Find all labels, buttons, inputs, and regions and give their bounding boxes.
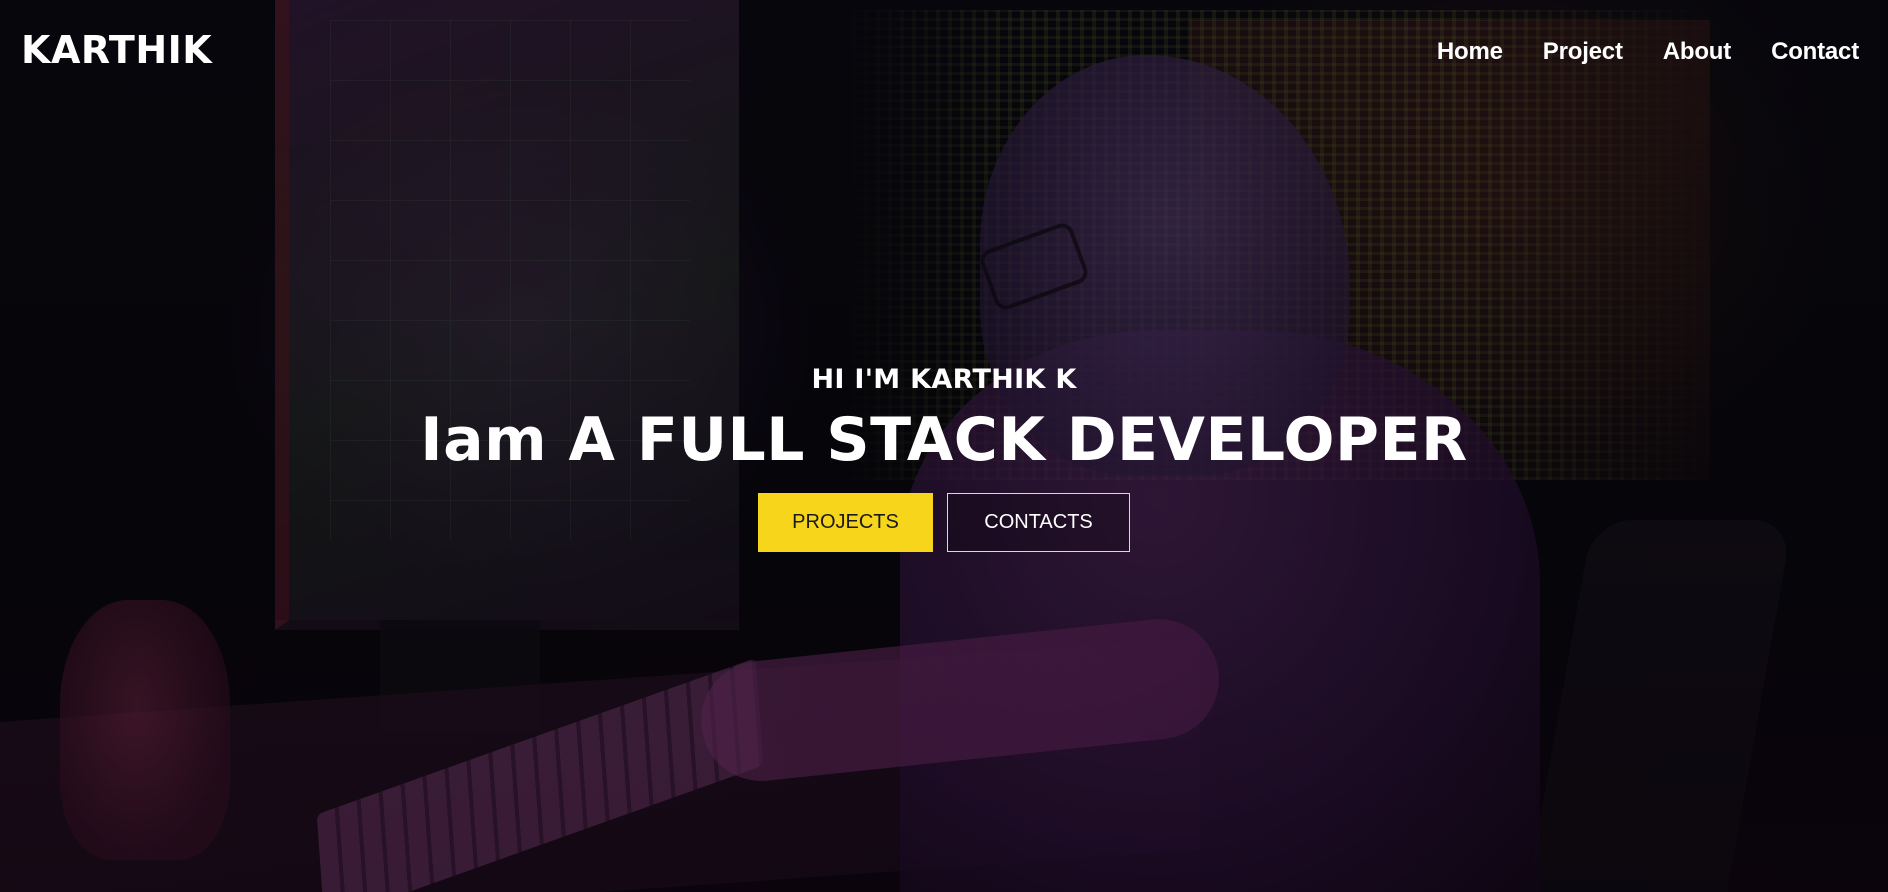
brand-logo[interactable]: KARTHIK: [21, 28, 212, 72]
background-monitor-stand: [380, 620, 540, 730]
hero-button-row: PROJECTS CONTACTS: [0, 493, 1888, 552]
nav-home-link[interactable]: Home: [1437, 38, 1503, 66]
nav-project-link[interactable]: Project: [1543, 38, 1623, 66]
background-vase: [60, 600, 230, 860]
main-nav: Home Project About Contact: [1437, 38, 1859, 66]
contacts-button[interactable]: CONTACTS: [947, 493, 1130, 552]
hero-content: HI I'M KARTHIK K Iam A FULL STACK DEVELO…: [0, 364, 1888, 552]
background-chair: [1527, 520, 1793, 892]
background-keyboard: [316, 657, 764, 892]
background-person-arm: [695, 613, 1225, 787]
projects-button[interactable]: PROJECTS: [758, 493, 933, 552]
background-desk: [0, 638, 1200, 892]
hero-section: KARTHIK Home Project About Contact HI I'…: [0, 0, 1888, 892]
nav-contact-link[interactable]: Contact: [1771, 38, 1859, 66]
hero-greeting: HI I'M KARTHIK K: [811, 364, 1077, 395]
background-person-glasses: [977, 220, 1091, 313]
nav-about-link[interactable]: About: [1663, 38, 1732, 66]
hero-headline: Iam A FULL STACK DEVELOPER: [420, 405, 1468, 475]
